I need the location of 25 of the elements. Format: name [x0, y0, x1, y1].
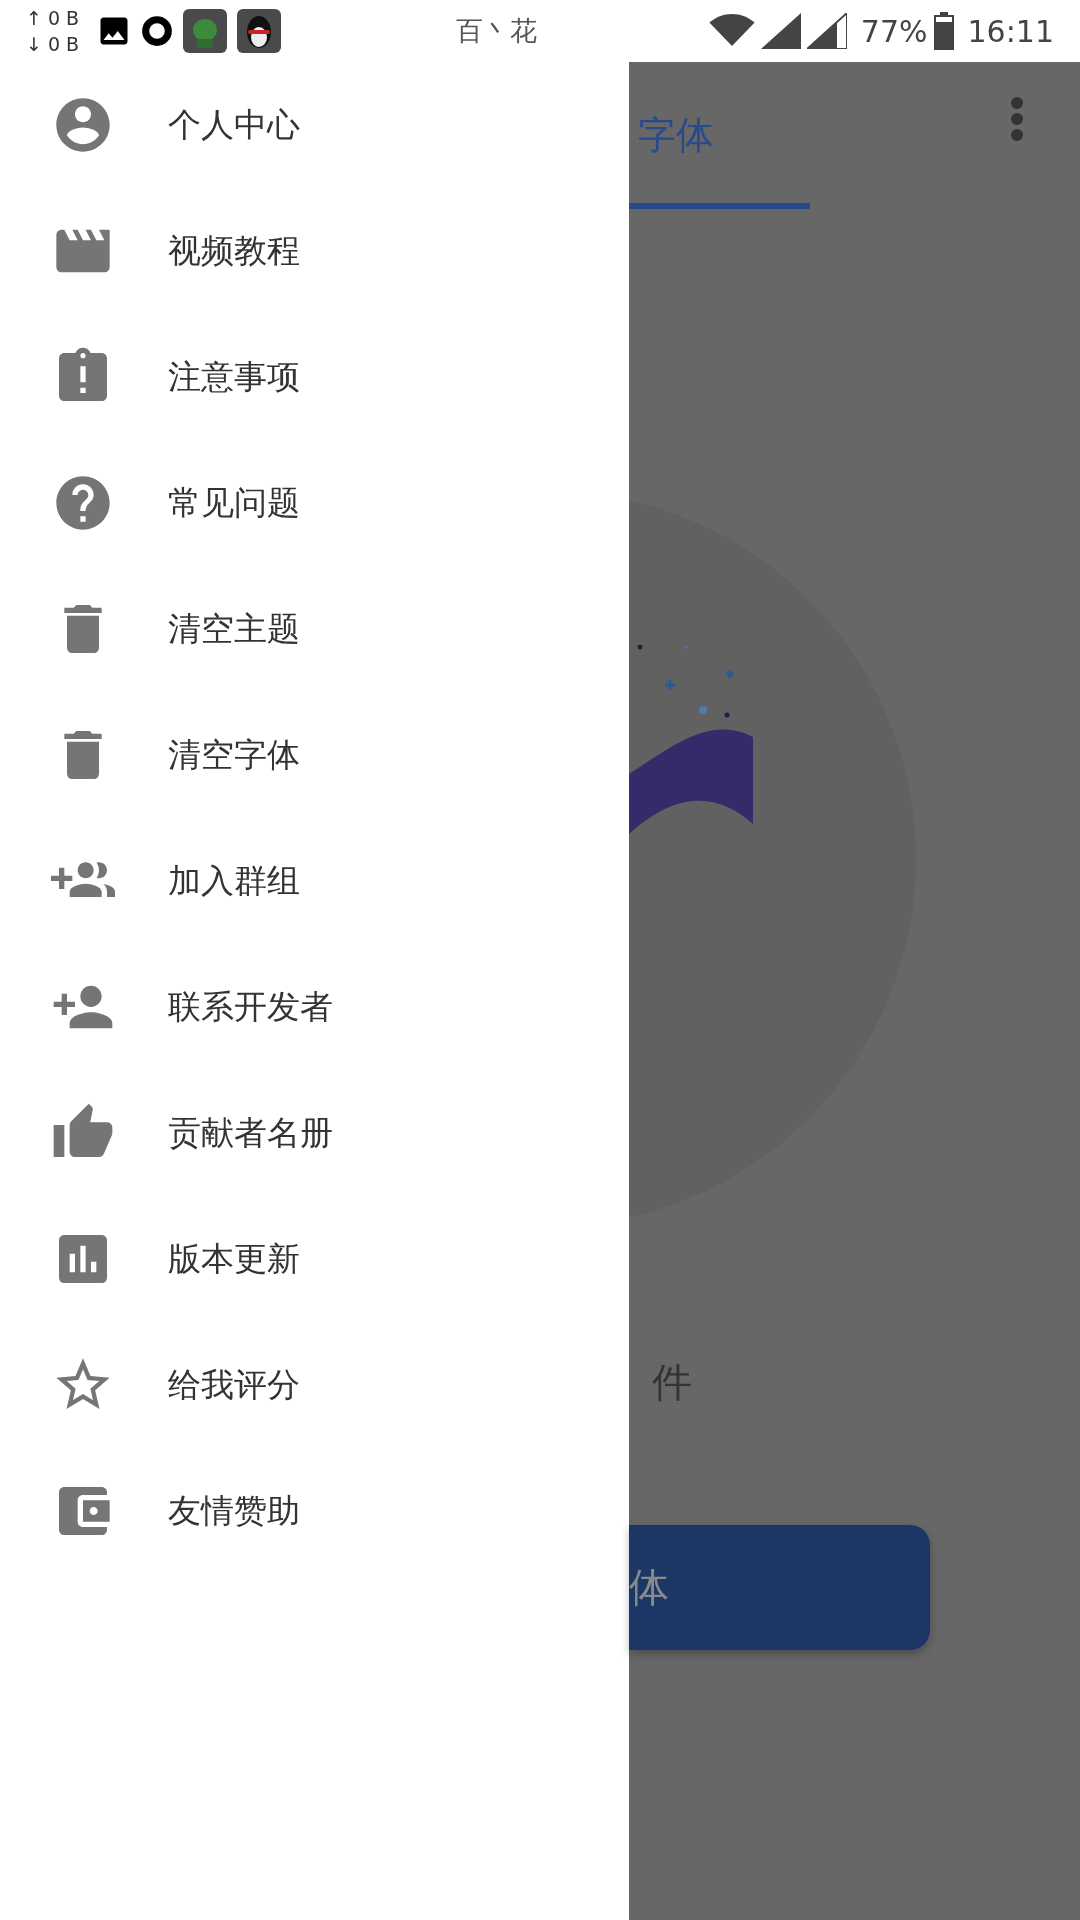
ring-icon	[140, 14, 174, 48]
drawer-menu-item[interactable]: 个人中心	[0, 62, 629, 188]
clock: 16:11	[967, 13, 1054, 49]
drawer-menu-item[interactable]: 联系开发者	[0, 944, 629, 1070]
app-icon	[182, 8, 228, 54]
drawer-menu-item[interactable]: 清空主题	[0, 566, 629, 692]
drawer-menu-item[interactable]: 视频教程	[0, 188, 629, 314]
drawer-menu-item[interactable]: 版本更新	[0, 1196, 629, 1322]
net-speed: ↓ 0 B	[26, 32, 81, 57]
drawer-menu-item[interactable]: 常见问题	[0, 440, 629, 566]
battery-percent: 77%	[860, 13, 928, 49]
more-icon[interactable]	[1010, 96, 1024, 142]
drawer-menu-item[interactable]: 加入群组	[0, 818, 629, 944]
battery-icon	[933, 12, 954, 50]
carrier-name: 百丶花	[455, 14, 538, 48]
net-speed: ↑ 0 B	[26, 6, 81, 31]
drawer-menu-item[interactable]: 给我评分	[0, 1322, 629, 1448]
drawer-menu-item[interactable]: 贡献者名册	[0, 1070, 629, 1196]
signal-icon	[806, 13, 847, 49]
drawer-menu-item[interactable]: 友情赞助	[0, 1448, 629, 1574]
wifi-icon	[708, 14, 755, 48]
drawer-menu-item[interactable]: 注意事项	[0, 314, 629, 440]
app-icon	[236, 8, 282, 54]
signal-icon	[760, 13, 801, 49]
drawer-menu-item[interactable]: 清空字体	[0, 692, 629, 818]
